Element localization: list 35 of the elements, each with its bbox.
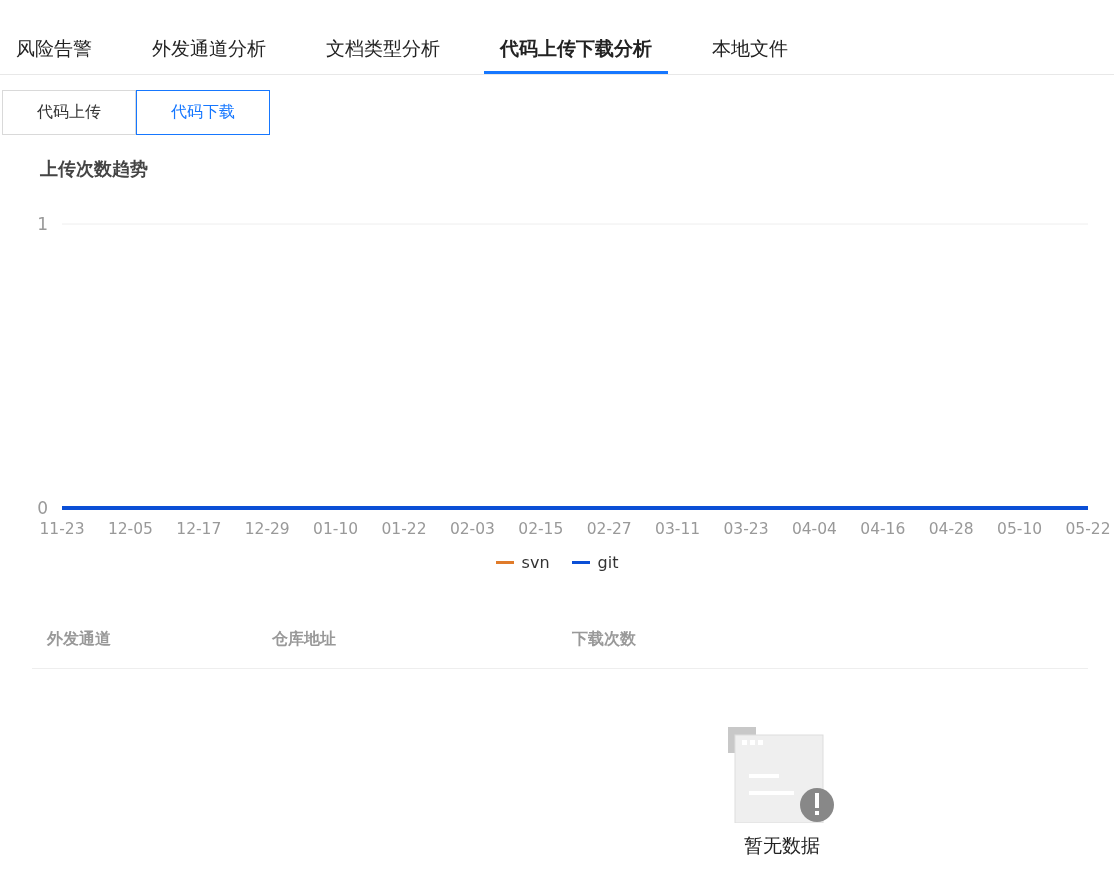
x-tick-label: 11-23 bbox=[39, 520, 85, 538]
y-tick-label: 0 bbox=[37, 498, 48, 518]
x-tick-label: 02-27 bbox=[586, 520, 632, 538]
tab[interactable]: 风险告警 bbox=[0, 34, 108, 74]
x-tick-label: 05-22 bbox=[1065, 520, 1111, 538]
legend-item[interactable]: git bbox=[571, 553, 619, 572]
x-tick-label: 04-16 bbox=[860, 520, 906, 538]
tab[interactable]: 外发通道分析 bbox=[136, 34, 282, 74]
column-header: 仓库地址 bbox=[272, 628, 337, 650]
x-tick-label: 04-28 bbox=[928, 520, 974, 538]
x-tick-label: 04-04 bbox=[791, 520, 837, 538]
segment-tab[interactable]: 代码上传 bbox=[2, 90, 136, 135]
segment-tab[interactable]: 代码下载 bbox=[136, 90, 270, 135]
column-header: 下载次数 bbox=[572, 628, 637, 650]
x-tick-label: 12-17 bbox=[176, 520, 222, 538]
legend-label: git bbox=[597, 553, 619, 572]
tab[interactable]: 文档类型分析 bbox=[310, 34, 456, 74]
x-tick-label: 02-03 bbox=[449, 520, 495, 538]
legend-label: svn bbox=[521, 553, 550, 572]
chart-title: 上传次数趋势 bbox=[40, 157, 149, 181]
tab[interactable]: 代码上传下载分析 bbox=[484, 34, 668, 74]
tab[interactable]: 本地文件 bbox=[696, 34, 804, 74]
x-tick-label: 03-23 bbox=[723, 520, 769, 538]
y-tick-label: 1 bbox=[37, 214, 48, 234]
x-tick-label: 01-10 bbox=[313, 520, 359, 538]
x-tick-label: 02-15 bbox=[518, 520, 564, 538]
x-tick-label: 03-11 bbox=[655, 520, 701, 538]
x-tick-label: 01-22 bbox=[381, 520, 427, 538]
empty-document-icon bbox=[728, 727, 836, 823]
x-tick-label: 12-05 bbox=[107, 520, 153, 538]
x-tick-label: 12-29 bbox=[244, 520, 290, 538]
x-tick-label: 05-10 bbox=[997, 520, 1043, 538]
column-header: 外发通道 bbox=[47, 628, 112, 650]
legend-item[interactable]: svn bbox=[495, 553, 550, 572]
empty-state-text: 暂无数据 bbox=[744, 833, 820, 858]
